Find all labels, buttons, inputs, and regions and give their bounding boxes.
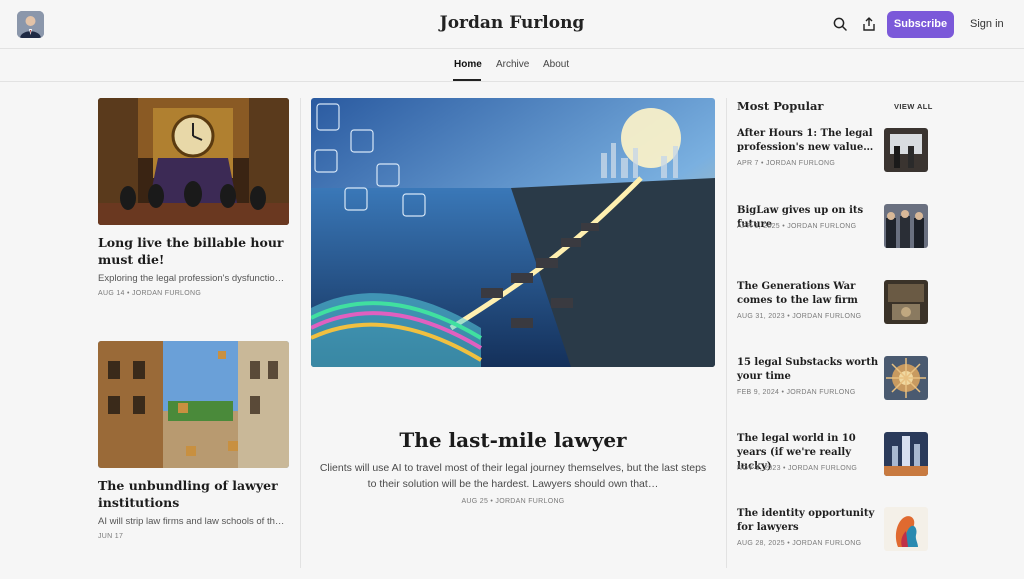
popular-item-thumbnail[interactable] [884, 507, 928, 551]
popular-item-title[interactable]: The Generations War comes to the law fir… [737, 280, 879, 308]
popular-item-meta: NOV 3, 2023 • JORDAN FURLONG [737, 465, 858, 472]
popular-item-title[interactable]: After Hours 1: The legal profession's ne… [737, 127, 879, 155]
popular-item-title[interactable]: 15 legal Substacks worth your time [737, 356, 879, 384]
top-bar: Jordan Furlong Subscribe Sign in [0, 0, 1024, 49]
post-subtitle: Exploring the legal profession's dysfunc… [98, 273, 289, 284]
post-meta: AUG 14 • JORDAN FURLONG [98, 290, 202, 297]
share-icon[interactable] [859, 14, 879, 34]
hero-image[interactable] [311, 98, 715, 367]
post-title[interactable]: Long live the billable hour must die! [98, 234, 289, 268]
subscribe-button[interactable]: Subscribe [887, 11, 954, 38]
most-popular-heading: Most Popular [737, 99, 824, 113]
post-subtitle: AI will strip law firms and law schools … [98, 516, 289, 527]
popular-item-meta: FEB 9, 2024 • JORDAN FURLONG [737, 389, 856, 396]
hero-subtitle: Clients will use AI to travel most of th… [319, 462, 707, 490]
search-icon[interactable] [830, 14, 850, 34]
popular-item-thumbnail[interactable] [884, 280, 928, 324]
view-all-link[interactable]: VIEW ALL [894, 102, 933, 111]
tab-home[interactable]: Home [454, 59, 482, 70]
popular-item-meta: AUG 28, 2025 • JORDAN FURLONG [737, 540, 862, 547]
nav-tabs: Home Archive About [0, 49, 1024, 82]
tab-about[interactable]: About [543, 59, 569, 70]
popular-item-thumbnail[interactable] [884, 432, 928, 476]
post-image-unbundling[interactable] [98, 341, 289, 468]
post-title[interactable]: The unbundling of lawyer institutions [98, 477, 289, 511]
popular-item-meta: AUG 31, 2023 • JORDAN FURLONG [737, 313, 862, 320]
popular-item-thumbnail[interactable] [884, 356, 928, 400]
popular-item-thumbnail[interactable] [884, 204, 928, 248]
hero-meta: AUG 25 • JORDAN FURLONG [461, 498, 565, 505]
post-image-billable-hour[interactable] [98, 98, 289, 225]
column-divider [300, 98, 301, 568]
column-divider [726, 98, 727, 568]
tab-archive[interactable]: Archive [496, 59, 529, 70]
active-tab-indicator [453, 79, 481, 81]
sign-in-button[interactable]: Sign in [966, 11, 1008, 38]
popular-item-meta: APR 7 • JORDAN FURLONG [737, 160, 836, 167]
post-meta: JUN 17 [98, 533, 124, 540]
popular-item-meta: APR 1, 2025 • JORDAN FURLONG [737, 223, 857, 230]
popular-item-thumbnail[interactable] [884, 128, 928, 172]
hero-title[interactable]: The last-mile lawyer [311, 428, 715, 452]
popular-item-title[interactable]: The identity opportunity for lawyers [737, 507, 879, 535]
